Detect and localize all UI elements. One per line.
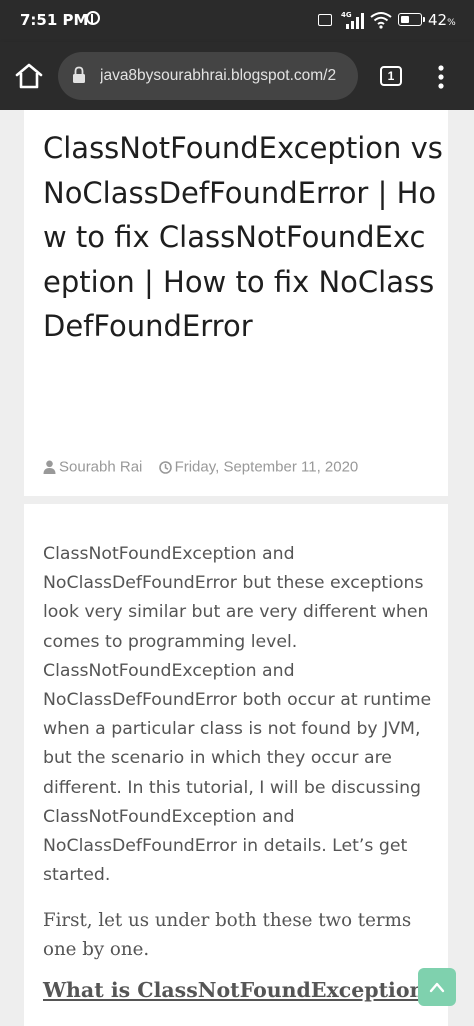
browser-toolbar: java8bysourabhrai.blogspot.com/2 1 bbox=[0, 42, 474, 110]
post-body-card: ClassNotFoundException and NoClassDefFou… bbox=[24, 504, 448, 1026]
battery-level: 42% bbox=[428, 11, 456, 29]
post-date: Friday, September 11, 2020 bbox=[174, 458, 359, 476]
battery-icon bbox=[398, 13, 425, 26]
user-icon bbox=[43, 460, 56, 475]
section-heading: What is ClassNotFoundException bbox=[43, 978, 425, 1002]
post-author[interactable]: Sourabh Rai bbox=[59, 459, 142, 476]
status-time: 7:51 PM bbox=[20, 11, 89, 29]
volte-icon bbox=[318, 14, 332, 26]
home-icon[interactable] bbox=[14, 62, 44, 90]
post-header-card: ClassNotFoundException vs NoClassDefFoun… bbox=[24, 110, 448, 496]
chevron-up-icon bbox=[429, 982, 445, 993]
lock-icon[interactable] bbox=[72, 66, 86, 84]
post-meta: Sourabh Rai Friday, September 11, 2020 bbox=[43, 458, 358, 480]
status-bar: 7:51 PM 4G 42% bbox=[0, 0, 474, 42]
clock-icon bbox=[158, 460, 172, 474]
more-options-icon[interactable] bbox=[432, 64, 450, 90]
post-intro-paragraph: ClassNotFoundException and NoClassDefFou… bbox=[43, 544, 432, 886]
battery-percent-value: 42 bbox=[428, 11, 448, 29]
signal-icon bbox=[346, 13, 364, 29]
battery-percent-unit: % bbox=[447, 18, 456, 28]
page-content: ClassNotFoundException vs NoClassDefFoun… bbox=[0, 110, 474, 1026]
address-bar[interactable]: java8bysourabhrai.blogspot.com/2 bbox=[58, 52, 358, 100]
wifi-icon bbox=[370, 12, 392, 29]
post-title: ClassNotFoundException vs NoClassDefFoun… bbox=[43, 131, 443, 343]
tab-switcher-button[interactable]: 1 bbox=[380, 66, 402, 86]
scroll-to-top-button[interactable] bbox=[418, 968, 456, 1006]
post-paragraph: First, let us under both these two terms… bbox=[43, 910, 412, 960]
pinterest-notification-icon bbox=[86, 11, 100, 25]
url-text[interactable]: java8bysourabhrai.blogspot.com/2 bbox=[100, 66, 350, 86]
